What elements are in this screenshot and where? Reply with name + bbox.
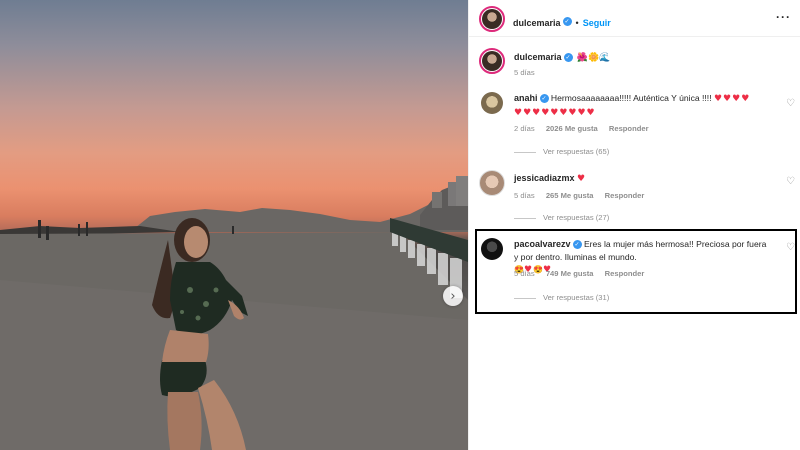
comment-likes[interactable]: 2026 Me gusta [546, 124, 598, 133]
comment-text: Hermosaaaaaaaa!!!!! Auténtica Y única !!… [550, 93, 714, 103]
comment-meta: 2 días 2026 Me gusta Responder [514, 124, 658, 133]
commenter-avatar[interactable] [479, 170, 505, 196]
post-photo: › [0, 0, 468, 450]
next-photo-button[interactable]: › [443, 286, 463, 306]
heart-emojis: ♥♥♥♥ [713, 94, 751, 104]
verified-icon: ✓ [563, 53, 573, 63]
view-replies-label[interactable]: Ver respuestas (65) [543, 147, 609, 156]
post-header: dulcemaria ✓ • Seguir ··· [469, 0, 800, 37]
comment-time: 5 días [514, 191, 535, 200]
caption-time: 5 días [514, 68, 535, 77]
author-avatar[interactable] [479, 6, 505, 32]
view-replies[interactable]: Ver respuestas (27) [514, 213, 609, 222]
divider-line [514, 151, 536, 153]
verified-icon: ✓ [539, 94, 549, 104]
comment-meta: 5 días 265 Me gusta Responder [514, 191, 653, 200]
beach-scene [0, 176, 468, 450]
comment-likes[interactable]: 265 Me gusta [546, 191, 594, 200]
like-heart-icon[interactable]: ♡ [786, 98, 795, 109]
caption-meta: 5 días [514, 68, 544, 77]
view-replies-label[interactable]: Ver respuestas (27) [543, 213, 609, 222]
comment-highlight-box [475, 229, 797, 314]
author-username[interactable]: dulcemaria [513, 18, 561, 28]
reply-button[interactable]: Responder [605, 191, 645, 200]
heart-emojis: ♥♥♥♥♥♥♥♥♥ [514, 107, 596, 118]
more-options-icon[interactable]: ··· [776, 10, 791, 24]
separator-dot: • [575, 18, 579, 28]
caption-avatar[interactable] [479, 48, 505, 74]
divider-line [514, 217, 536, 219]
caption-text: 🌺🌼🌊 [576, 52, 611, 62]
reply-button[interactable]: Responder [609, 124, 649, 133]
like-heart-icon[interactable]: ♡ [786, 176, 795, 187]
view-replies[interactable]: Ver respuestas (65) [514, 147, 609, 156]
comments-panel: dulcemaria ✓ • Seguir ··· dulcemaria ✓ 🌺🌼🌊 5… [468, 0, 800, 450]
comment-time: 2 días [514, 124, 535, 133]
comment-username[interactable]: anahi [514, 93, 538, 103]
caption-username[interactable]: dulcemaria [514, 52, 562, 62]
verified-icon: ✓ [562, 17, 572, 27]
comment-username[interactable]: jessicadiazmx [514, 173, 575, 183]
commenter-avatar[interactable] [481, 92, 503, 114]
heart-emojis: ♥ [576, 174, 587, 184]
follow-button[interactable]: Seguir [583, 18, 611, 28]
